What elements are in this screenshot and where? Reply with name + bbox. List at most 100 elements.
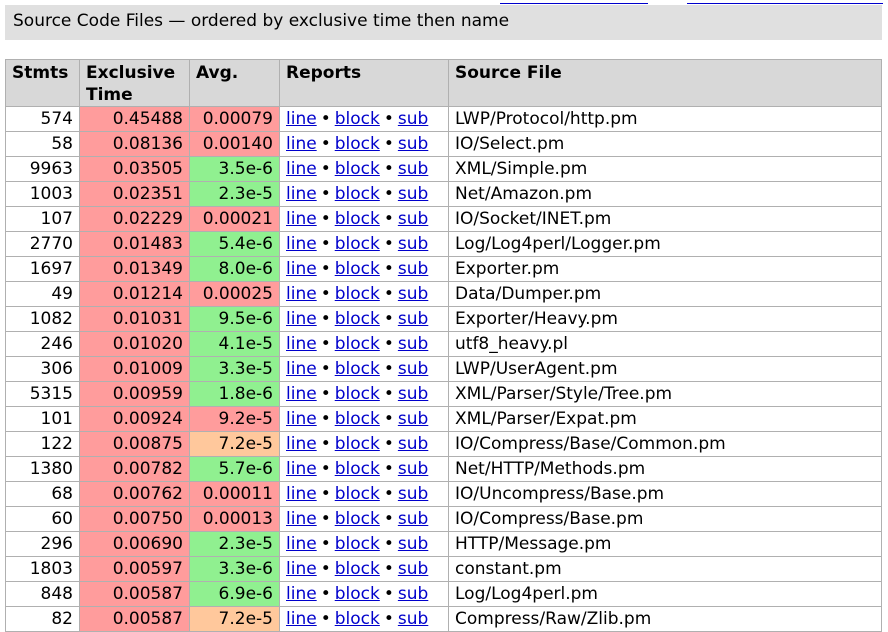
line-report-link[interactable]: line [286,309,317,329]
top-link-left[interactable] [500,0,648,4]
line-report-link[interactable]: line [286,484,317,504]
sub-report-link[interactable]: sub [398,309,428,329]
sub-report-link[interactable]: sub [398,184,428,204]
header-exclusive-time[interactable]: Exclusive Time [79,59,190,107]
sub-report-link[interactable]: sub [398,284,428,304]
source-files-table: Stmts Exclusive Time Avg. Reports Source… [5,59,882,632]
top-link-right[interactable] [687,0,883,4]
sub-report-link[interactable]: sub [398,234,428,254]
stmts-cell: 60 [5,506,80,532]
sub-report-link[interactable]: sub [398,209,428,229]
exclusive-time-cell: 0.00875 [79,431,190,457]
stmts-cell: 306 [5,356,80,382]
exclusive-time-cell: 0.45488 [79,106,190,132]
sub-report-link[interactable]: sub [398,409,428,429]
block-report-link[interactable]: block [335,509,380,529]
separator: • [383,309,394,329]
line-report-link[interactable]: line [286,134,317,154]
line-report-link[interactable]: line [286,109,317,129]
reports-cell: line • block • sub [279,606,449,632]
block-report-link[interactable]: block [335,534,380,554]
sub-report-link[interactable]: sub [398,484,428,504]
header-stmts[interactable]: Stmts [5,59,80,107]
reports-cell: line • block • sub [279,381,449,407]
header-avg[interactable]: Avg. [189,59,280,107]
line-report-link[interactable]: line [286,284,317,304]
block-report-link[interactable]: block [335,209,380,229]
separator: • [383,609,394,629]
sub-report-link[interactable]: sub [398,584,428,604]
line-report-link[interactable]: line [286,334,317,354]
block-report-link[interactable]: block [335,559,380,579]
line-report-link[interactable]: line [286,434,317,454]
block-report-link[interactable]: block [335,359,380,379]
block-report-link[interactable]: block [335,409,380,429]
sub-report-link[interactable]: sub [398,259,428,279]
separator: • [320,509,331,529]
avg-cell: 7.2e-5 [189,606,280,632]
source-file-cell: Compress/Raw/Zlib.pm [448,606,882,632]
line-report-link[interactable]: line [286,159,317,179]
line-report-link[interactable]: line [286,509,317,529]
block-report-link[interactable]: block [335,109,380,129]
separator: • [320,334,331,354]
sub-report-link[interactable]: sub [398,609,428,629]
block-report-link[interactable]: block [335,184,380,204]
line-report-link[interactable]: line [286,359,317,379]
line-report-link[interactable]: line [286,209,317,229]
sub-report-link[interactable]: sub [398,384,428,404]
block-report-link[interactable]: block [335,309,380,329]
block-report-link[interactable]: block [335,484,380,504]
stmts-cell: 122 [5,431,80,457]
line-report-link[interactable]: line [286,609,317,629]
avg-cell: 0.00140 [189,131,280,157]
source-file-cell: LWP/UserAgent.pm [448,356,882,382]
separator: • [320,484,331,504]
line-report-link[interactable]: line [286,459,317,479]
exclusive-time-cell: 0.01214 [79,281,190,307]
stmts-cell: 848 [5,581,80,607]
sub-report-link[interactable]: sub [398,159,428,179]
block-report-link[interactable]: block [335,384,380,404]
stmts-cell: 2770 [5,231,80,257]
block-report-link[interactable]: block [335,234,380,254]
block-report-link[interactable]: block [335,159,380,179]
table-row: 82 0.00587 7.2e-5 line • block • sub Compress/Ra… [5,606,882,632]
block-report-link[interactable]: block [335,459,380,479]
separator: • [383,509,394,529]
table-row: 60 0.00750 0.00013 line • block • sub IO/Compres… [5,506,882,532]
stmts-cell: 5315 [5,381,80,407]
line-report-link[interactable]: line [286,184,317,204]
block-report-link[interactable]: block [335,134,380,154]
sub-report-link[interactable]: sub [398,359,428,379]
separator: • [383,484,394,504]
header-source-file[interactable]: Source File [448,59,882,107]
line-report-link[interactable]: line [286,259,317,279]
sub-report-link[interactable]: sub [398,559,428,579]
avg-cell: 0.00021 [189,206,280,232]
line-report-link[interactable]: line [286,584,317,604]
block-report-link[interactable]: block [335,609,380,629]
sub-report-link[interactable]: sub [398,509,428,529]
separator: • [383,359,394,379]
sub-report-link[interactable]: sub [398,434,428,454]
line-report-link[interactable]: line [286,534,317,554]
sub-report-link[interactable]: sub [398,334,428,354]
line-report-link[interactable]: line [286,559,317,579]
sub-report-link[interactable]: sub [398,459,428,479]
separator: • [383,534,394,554]
sub-report-link[interactable]: sub [398,109,428,129]
avg-cell: 3.3e-6 [189,556,280,582]
source-file-cell: Log/Log4perl/Logger.pm [448,231,882,257]
separator: • [383,259,394,279]
line-report-link[interactable]: line [286,409,317,429]
block-report-link[interactable]: block [335,434,380,454]
sub-report-link[interactable]: sub [398,134,428,154]
line-report-link[interactable]: line [286,384,317,404]
sub-report-link[interactable]: sub [398,534,428,554]
block-report-link[interactable]: block [335,584,380,604]
block-report-link[interactable]: block [335,284,380,304]
line-report-link[interactable]: line [286,234,317,254]
block-report-link[interactable]: block [335,334,380,354]
block-report-link[interactable]: block [335,259,380,279]
